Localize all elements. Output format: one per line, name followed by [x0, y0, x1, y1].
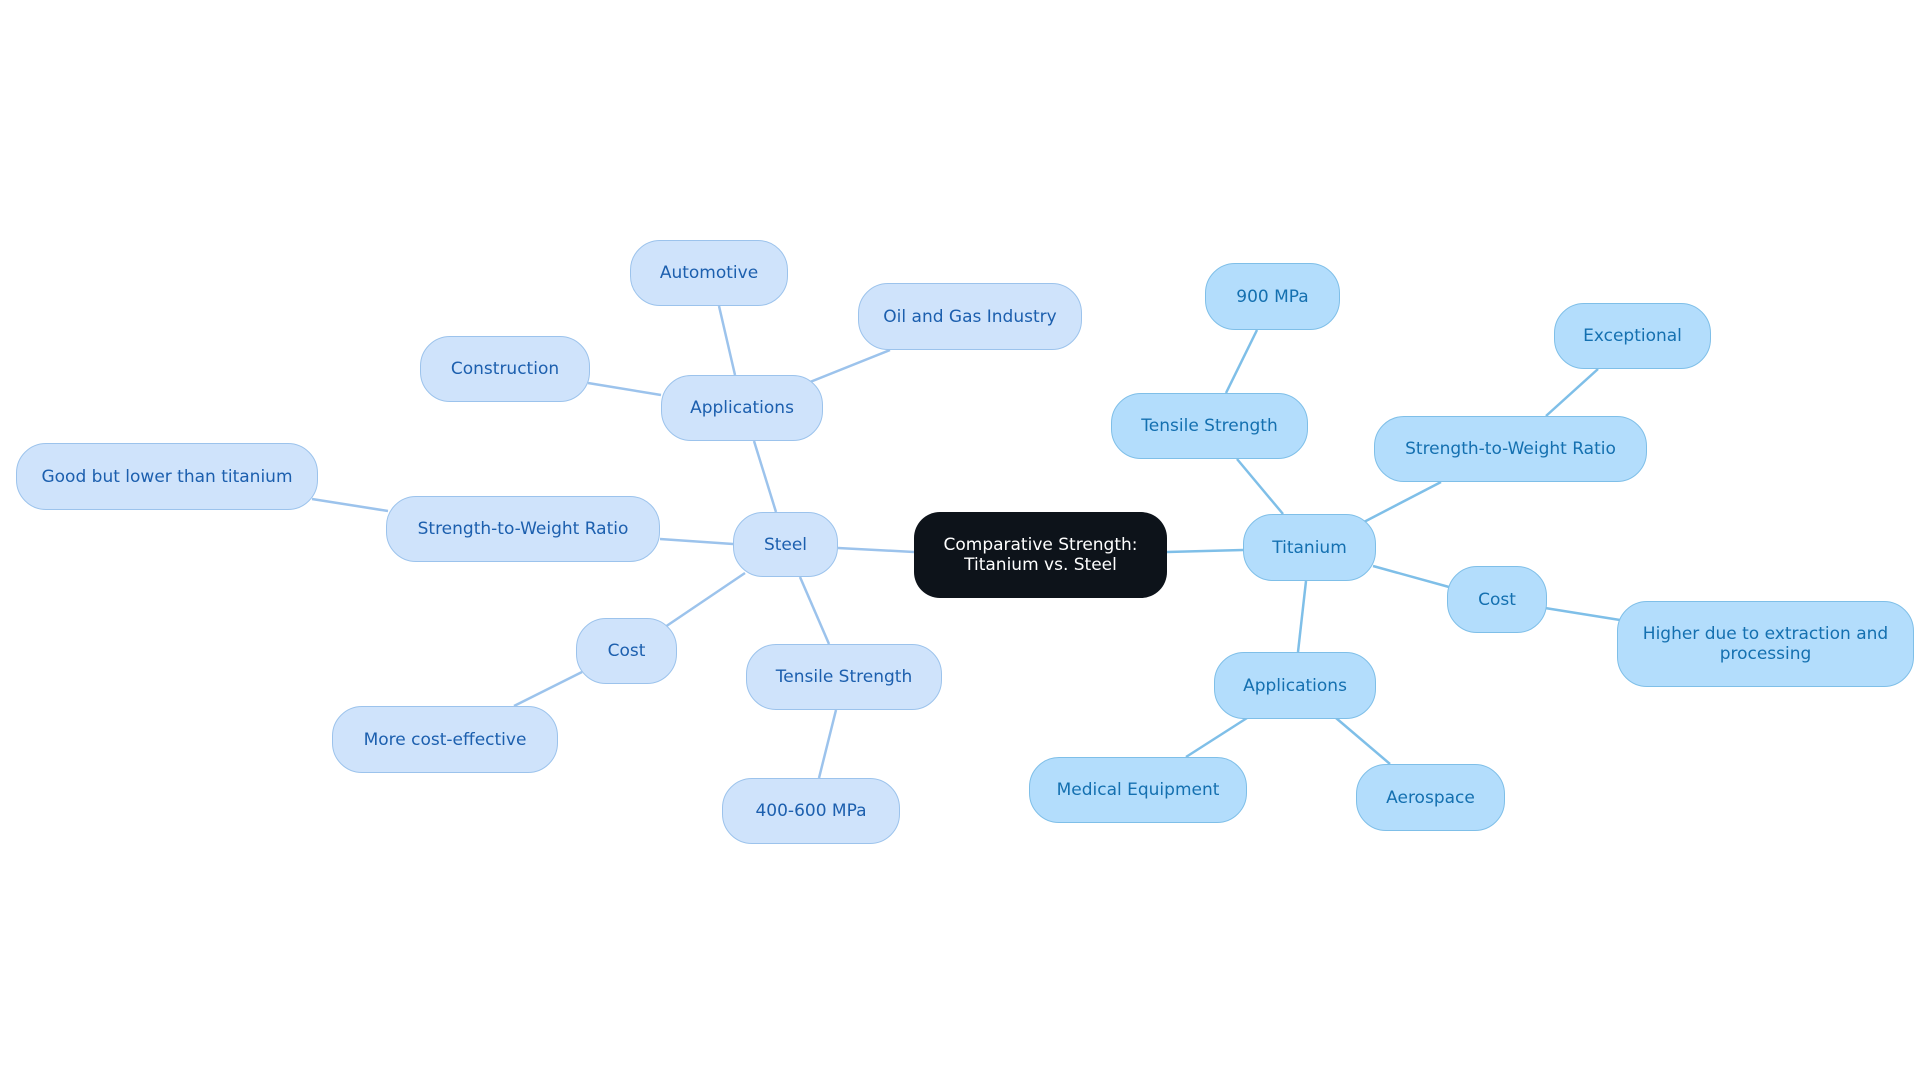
root-node[interactable]: Comparative Strength: Titanium vs. Steel — [914, 512, 1167, 598]
steel-cost-value-node[interactable]: More cost-effective — [332, 706, 558, 773]
edge-steel-tensile — [798, 576, 831, 645]
edge-titanium-tensile — [1236, 458, 1284, 515]
steel-automotive-label: Automotive — [659, 263, 759, 283]
root-label: Comparative Strength: Titanium vs. Steel — [943, 535, 1138, 575]
steel-stw-label: Strength-to-Weight Ratio — [417, 519, 629, 539]
edge-titanium-stw — [1361, 480, 1442, 525]
titanium-medical-node[interactable]: Medical Equipment — [1029, 757, 1247, 823]
steel-stw-value: Good but lower than titanium — [41, 466, 293, 487]
titanium-cost-value: Higher due to extraction and processing — [1642, 624, 1889, 664]
steel-stw-value-node[interactable]: Good but lower than titanium — [16, 443, 318, 510]
edge-steel-applications — [752, 440, 778, 513]
titanium-stw-node[interactable]: Strength-to-Weight Ratio — [1374, 416, 1647, 482]
edge-root-steel — [837, 546, 915, 554]
edge-stw-exceptional — [1545, 368, 1599, 417]
titanium-medical-label: Medical Equipment — [1056, 780, 1220, 800]
edge-titanium-cost — [1372, 564, 1450, 589]
edge-steel-cost — [664, 571, 746, 629]
edge-cost-costeffective — [513, 670, 583, 708]
edge-stw-good — [311, 497, 389, 513]
titanium-tensile-value-node[interactable]: 900 MPa — [1205, 263, 1340, 330]
steel-tensile-label: Tensile Strength — [775, 667, 913, 687]
titanium-stw-label: Strength-to-Weight Ratio — [1405, 439, 1616, 459]
titanium-tensile-value: 900 MPa — [1236, 286, 1309, 307]
edge-applications-medical — [1185, 716, 1248, 759]
edge-steel-stw — [659, 537, 734, 546]
edge-cost-higher — [1544, 606, 1621, 622]
edge-applications-aerospace — [1335, 717, 1391, 765]
steel-cost-node[interactable]: Cost — [576, 618, 677, 684]
steel-oilgas-label: Oil and Gas Industry — [883, 306, 1057, 327]
titanium-cost-label: Cost — [1478, 589, 1516, 610]
titanium-applications-label: Applications — [1243, 675, 1347, 696]
steel-applications-label: Applications — [690, 398, 794, 418]
steel-tensile-value-node[interactable]: 400-600 MPa — [722, 778, 900, 844]
titanium-tensile-node[interactable]: Tensile Strength — [1111, 393, 1308, 459]
titanium-aerospace-node[interactable]: Aerospace — [1356, 764, 1505, 831]
titanium-stw-value-node[interactable]: Exceptional — [1554, 303, 1711, 369]
titanium-applications-node[interactable]: Applications — [1214, 652, 1376, 719]
steel-tensile-value: 400-600 MPa — [755, 801, 867, 821]
edge-applications-oilgas — [809, 348, 891, 384]
steel-construction-label: Construction — [450, 359, 560, 379]
steel-oilgas-node[interactable]: Oil and Gas Industry — [858, 283, 1082, 350]
steel-node[interactable]: Steel — [733, 512, 838, 577]
steel-construction-node[interactable]: Construction — [420, 336, 590, 402]
titanium-label: Titanium — [1272, 537, 1347, 558]
titanium-cost-value-node[interactable]: Higher due to extraction and processing — [1617, 601, 1914, 687]
titanium-aerospace-label: Aerospace — [1386, 787, 1475, 808]
steel-applications-node[interactable]: Applications — [661, 375, 823, 441]
steel-cost-value: More cost-effective — [363, 729, 527, 750]
edge-tensile-400600 — [817, 709, 838, 779]
edge-root-titanium — [1166, 548, 1244, 554]
edge-applications-automotive — [717, 305, 737, 376]
steel-label: Steel — [763, 534, 808, 555]
edge-tensile-900 — [1224, 329, 1259, 394]
steel-tensile-node[interactable]: Tensile Strength — [746, 644, 942, 710]
titanium-node[interactable]: Titanium — [1243, 514, 1376, 581]
titanium-tensile-label: Tensile Strength — [1141, 416, 1278, 436]
edge-titanium-applications — [1296, 580, 1308, 653]
titanium-stw-value: Exceptional — [1583, 326, 1682, 346]
edge-applications-construction — [587, 381, 662, 397]
titanium-cost-node[interactable]: Cost — [1447, 566, 1547, 633]
steel-stw-node[interactable]: Strength-to-Weight Ratio — [386, 496, 660, 562]
steel-cost-label: Cost — [607, 641, 646, 661]
steel-automotive-node[interactable]: Automotive — [630, 240, 788, 306]
